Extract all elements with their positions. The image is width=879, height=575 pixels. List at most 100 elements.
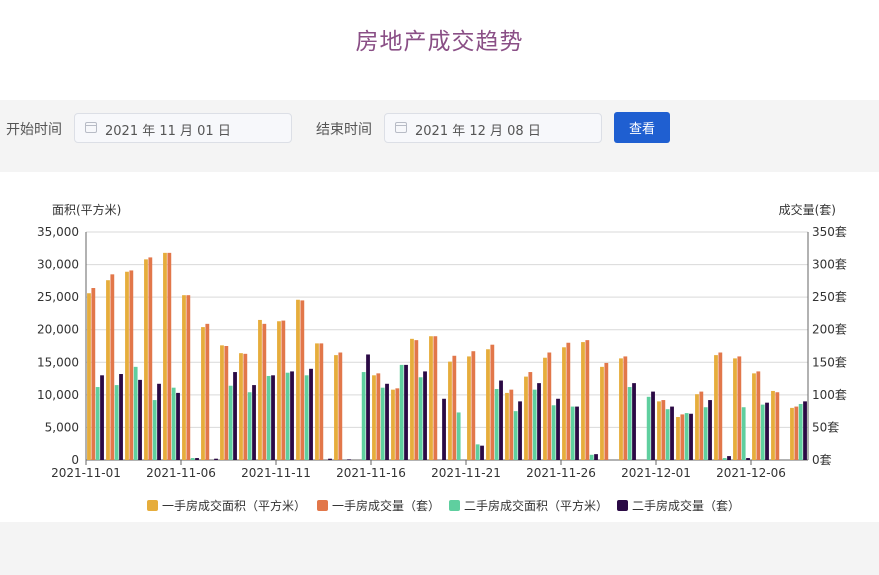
bar-2-2021-12-04[interactable] <box>718 352 723 460</box>
bar-2-2021-11-27[interactable] <box>585 340 590 460</box>
bar-3-2021-11-15[interactable] <box>361 372 366 460</box>
bar-3-2021-11-01[interactable] <box>95 387 100 460</box>
bar-1-2021-12-02[interactable] <box>676 417 680 460</box>
bar-1-2021-11-06[interactable] <box>182 295 186 460</box>
bar-4-2021-11-30[interactable] <box>651 391 655 460</box>
legend-label[interactable]: 一手房成交面积（平方米） <box>162 498 306 513</box>
bar-3-2021-11-25[interactable] <box>551 405 556 460</box>
bar-1-2021-11-21[interactable] <box>467 356 471 460</box>
bar-1-2021-12-05[interactable] <box>733 358 737 460</box>
bar-1-2021-12-04[interactable] <box>714 355 718 460</box>
bar-3-2021-11-12[interactable] <box>304 375 309 460</box>
bar-1-2021-11-09[interactable] <box>239 353 243 460</box>
bar-4-2021-11-01[interactable] <box>100 375 104 460</box>
bar-4-2021-11-07[interactable] <box>214 458 218 460</box>
bar-4-2021-11-21[interactable] <box>480 445 484 460</box>
bar-1-2021-11-24[interactable] <box>524 376 528 460</box>
bar-2-2021-11-16[interactable] <box>376 373 381 460</box>
bar-2-2021-11-02[interactable] <box>110 274 115 460</box>
bar-3-2021-12-01[interactable] <box>665 409 670 460</box>
bar-4-2021-12-06[interactable] <box>765 402 769 460</box>
bar-4-2021-11-04[interactable] <box>157 383 161 460</box>
bar-2-2021-12-05[interactable] <box>737 356 742 460</box>
bar-1-2021-11-22[interactable] <box>486 349 490 460</box>
bar-3-2021-11-23[interactable] <box>513 411 518 460</box>
bar-1-2021-11-28[interactable] <box>600 366 604 460</box>
bar-1-2021-11-26[interactable] <box>562 347 566 460</box>
bar-3-2021-11-10[interactable] <box>266 375 271 460</box>
bar-2-2021-11-19[interactable] <box>433 336 438 460</box>
legend-label[interactable]: 二手房成交量（套） <box>632 498 740 513</box>
bar-4-2021-11-03[interactable] <box>138 379 142 460</box>
bar-2-2021-11-23[interactable] <box>509 389 514 460</box>
bar-3-2021-11-29[interactable] <box>627 387 632 460</box>
bar-2-2021-11-07[interactable] <box>205 323 210 460</box>
bar-4-2021-11-17[interactable] <box>404 364 408 460</box>
bar-1-2021-11-19[interactable] <box>429 336 433 460</box>
bar-4-2021-12-05[interactable] <box>746 458 750 460</box>
bar-4-2021-11-15[interactable] <box>366 354 370 460</box>
bar-1-2021-11-08[interactable] <box>220 345 224 460</box>
bar-2-2021-11-09[interactable] <box>243 353 248 460</box>
start-date-picker[interactable]: 2021 年 11 月 01 日 <box>74 113 292 143</box>
bar-2-2021-11-28[interactable] <box>604 362 609 460</box>
bar-3-2021-12-03[interactable] <box>703 407 708 460</box>
bar-2-2021-11-24[interactable] <box>528 372 533 460</box>
bar-1-2021-11-27[interactable] <box>581 342 585 460</box>
bar-3-2021-11-22[interactable] <box>494 388 499 460</box>
bar-1-2021-11-14[interactable] <box>334 355 338 460</box>
bar-1-2021-12-08[interactable] <box>790 407 794 460</box>
bar-2-2021-11-13[interactable] <box>319 343 324 460</box>
bar-2-2021-11-08[interactable] <box>224 346 229 460</box>
bar-2-2021-11-03[interactable] <box>129 270 134 460</box>
bar-2-2021-11-05[interactable] <box>167 252 172 460</box>
bar-4-2021-11-10[interactable] <box>271 375 275 460</box>
bar-4-2021-11-24[interactable] <box>537 383 541 460</box>
legend-swatch[interactable] <box>449 500 460 511</box>
bar-1-2021-11-02[interactable] <box>106 280 110 460</box>
bar-2-2021-11-11[interactable] <box>281 320 286 460</box>
bar-2-2021-11-06[interactable] <box>186 295 191 460</box>
bar-4-2021-11-14[interactable] <box>347 459 351 460</box>
bar-1-2021-11-11[interactable] <box>277 321 281 460</box>
bar-1-2021-12-03[interactable] <box>695 394 699 460</box>
bar-3-2021-11-17[interactable] <box>399 364 404 460</box>
bar-4-2021-11-22[interactable] <box>499 380 503 460</box>
bar-3-2021-11-06[interactable] <box>190 458 195 460</box>
bar-3-2021-12-04[interactable] <box>722 458 727 460</box>
bar-2-2021-11-26[interactable] <box>566 342 571 460</box>
bar-1-2021-11-16[interactable] <box>372 375 376 460</box>
bar-1-2021-12-06[interactable] <box>752 373 756 460</box>
bar-1-2021-11-20[interactable] <box>448 361 452 460</box>
bar-1-2021-11-23[interactable] <box>505 392 509 460</box>
bar-3-2021-11-24[interactable] <box>532 389 537 460</box>
bar-2-2021-11-25[interactable] <box>547 352 552 460</box>
bar-2-2021-12-03[interactable] <box>699 391 704 460</box>
legend-swatch[interactable] <box>147 500 158 511</box>
bar-3-2021-11-11[interactable] <box>285 372 290 460</box>
bar-1-2021-11-25[interactable] <box>543 357 547 460</box>
legend-swatch[interactable] <box>317 500 328 511</box>
bar-3-2021-12-06[interactable] <box>760 404 765 460</box>
bar-4-2021-11-27[interactable] <box>594 454 598 460</box>
bar-3-2021-11-04[interactable] <box>152 400 157 460</box>
bar-2-2021-12-08[interactable] <box>794 406 799 460</box>
bar-2-2021-11-04[interactable] <box>148 257 153 460</box>
bar-4-2021-11-18[interactable] <box>423 371 427 460</box>
bar-4-2021-11-23[interactable] <box>518 401 522 460</box>
bar-3-2021-12-02[interactable] <box>684 413 689 460</box>
bar-4-2021-11-05[interactable] <box>176 392 180 460</box>
bar-4-2021-11-02[interactable] <box>119 374 123 460</box>
bar-2-2021-12-06[interactable] <box>756 371 761 460</box>
bar-4-2021-11-16[interactable] <box>385 383 389 460</box>
bar-2-2021-11-17[interactable] <box>395 388 400 460</box>
bar-4-2021-12-02[interactable] <box>689 413 693 460</box>
bar-4-2021-11-06[interactable] <box>195 458 199 460</box>
bar-2-2021-11-18[interactable] <box>414 340 419 460</box>
bar-1-2021-11-04[interactable] <box>144 259 148 460</box>
bar-2-2021-12-01[interactable] <box>661 400 666 460</box>
bar-3-2021-12-05[interactable] <box>741 407 746 460</box>
bar-2-2021-11-20[interactable] <box>452 355 457 460</box>
bar-3-2021-11-18[interactable] <box>418 377 423 460</box>
end-date-picker[interactable]: 2021 年 12 月 08 日 <box>384 113 602 143</box>
